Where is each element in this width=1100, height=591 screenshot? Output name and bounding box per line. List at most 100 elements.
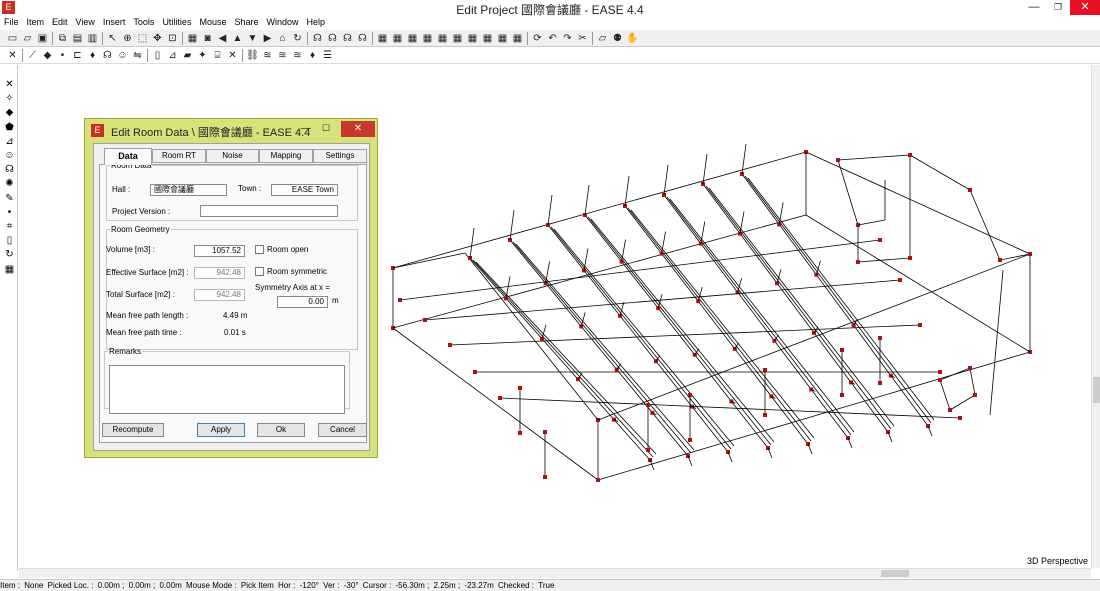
town-field[interactable]: EASE Town [271,184,338,196]
window-5-icon[interactable]: ▦ [436,32,449,45]
lamp-icon[interactable]: ✦ [196,49,209,62]
menu-file[interactable]: File [0,16,23,29]
vertex-marker[interactable] [878,238,882,242]
vertex-marker[interactable] [543,430,547,434]
vertex-marker[interactable] [646,448,650,452]
vertex-marker[interactable] [836,158,840,162]
home-icon[interactable]: ⌂ [276,32,289,45]
vertex-marker[interactable] [473,370,477,374]
vertex-marker[interactable] [448,343,452,347]
shape-icon[interactable]: ⬟ [3,121,16,134]
vertex-marker[interactable] [518,431,522,435]
vertex-marker[interactable] [518,386,522,390]
menu-utilities[interactable]: Utilities [158,16,195,29]
dialog-minimize-button[interactable]: — [297,121,315,137]
vertex-marker[interactable] [596,478,600,482]
print-icon[interactable]: ▥ [86,32,99,45]
menu-window[interactable]: Window [263,16,303,29]
menu-insert[interactable]: Insert [99,16,130,29]
pointer-icon[interactable]: ↖ [106,32,119,45]
link-icon[interactable]: ⛓ [246,49,259,62]
close-icon[interactable]: ✕ [6,49,19,62]
vertex-marker[interactable] [908,153,912,157]
minimize-button[interactable]: — [1022,0,1046,15]
vertex-marker[interactable] [948,408,952,412]
vertex-marker[interactable] [840,393,844,397]
room-symmetric-checkbox[interactable] [255,267,264,276]
arrow-left-icon[interactable]: ◀ [216,32,229,45]
vertical-scroll-thumb[interactable] [1093,377,1100,403]
vertex-marker[interactable] [908,256,912,260]
project-version-field[interactable] [200,205,338,217]
vertex-marker[interactable] [898,278,902,282]
surface-icon[interactable]: ▰ [181,49,194,62]
grid-icon[interactable]: ▦ [3,263,16,276]
layer-icon[interactable]: ≋ [261,49,274,62]
window-1-icon[interactable]: ▦ [376,32,389,45]
crop-icon[interactable]: ⌗ [3,220,16,233]
redo-icon[interactable]: ↷ [561,32,574,45]
save-icon[interactable]: ▣ [36,32,49,45]
menu-edit[interactable]: Edit [48,16,72,29]
menu-mouse[interactable]: Mouse [195,16,230,29]
vertex-marker[interactable] [1028,252,1032,256]
tab-data[interactable]: Data [104,148,152,165]
paste-icon[interactable]: ▤ [71,32,84,45]
open-icon[interactable]: ▭ [6,32,19,45]
list-icon[interactable]: ☰ [321,49,334,62]
cut-icon[interactable]: ✂ [576,32,589,45]
vertex-marker[interactable] [646,403,650,407]
undo-icon[interactable]: ↶ [546,32,559,45]
vertex-marker[interactable] [840,348,844,352]
arrow-right-icon[interactable]: ▶ [261,32,274,45]
close-button[interactable]: ✕ [1070,0,1100,15]
speaker-icon[interactable]: ☊ [326,32,339,45]
bulb-icon[interactable]: ♦ [86,49,99,62]
layer-icon[interactable]: ≋ [291,49,304,62]
remarks-textarea[interactable] [109,365,345,414]
vertex-marker[interactable] [938,378,942,382]
speaker-icon[interactable]: ☊ [101,49,114,62]
room-open-checkbox[interactable] [255,245,264,254]
stairs-icon[interactable]: ⊿ [166,49,179,62]
vertex-marker[interactable] [763,413,767,417]
menu-help[interactable]: Help [303,16,330,29]
mirror-icon[interactable]: ⇋ [131,49,144,62]
rotate-icon[interactable]: ⟳ [531,32,544,45]
ok-button[interactable]: Ok [257,423,305,437]
edit-icon[interactable]: ✎ [3,192,16,205]
door-icon[interactable]: ▯ [3,234,16,247]
vertex-icon[interactable]: • [56,49,69,62]
horizontal-scrollbar[interactable] [19,568,1091,578]
window-7-icon[interactable]: ▦ [466,32,479,45]
audience-icon[interactable]: ☺ [3,149,16,162]
speaker-icon[interactable]: ☊ [356,32,369,45]
hand-icon[interactable]: ✋ [626,32,639,45]
speaker-icon[interactable]: ☊ [3,163,16,176]
vertex-marker[interactable] [398,298,402,302]
vertex-marker[interactable] [973,393,977,397]
vertex-marker[interactable] [498,396,502,400]
dialog-close-button[interactable]: ✕ [341,121,375,137]
vertex-icon[interactable]: • [3,206,16,219]
layer-icon[interactable]: ≋ [276,49,289,62]
vertex-marker[interactable] [958,416,962,420]
vertex-marker[interactable] [968,188,972,192]
vertical-scrollbar[interactable] [1091,65,1100,568]
bulb-icon[interactable]: ♦ [306,49,319,62]
volume-field[interactable]: 1057.52 [194,245,245,257]
window-4-icon[interactable]: ▦ [421,32,434,45]
menu-tools[interactable]: Tools [129,16,158,29]
vertex-marker[interactable] [543,475,547,479]
window-8-icon[interactable]: ▦ [481,32,494,45]
open-folder-icon[interactable]: ▱ [21,32,34,45]
stairs-icon[interactable]: ⊿ [3,135,16,148]
arrow-up-icon[interactable]: ▲ [231,32,244,45]
move-icon[interactable]: ✥ [151,32,164,45]
window-9-icon[interactable]: ▦ [496,32,509,45]
wall-icon[interactable]: ▯ [151,49,164,62]
hall-field[interactable]: 國際會議廳 [150,184,227,196]
vertex-marker[interactable] [878,336,882,340]
group-icon[interactable]: ⚉ [611,32,624,45]
light-icon[interactable]: ✺ [3,177,16,190]
